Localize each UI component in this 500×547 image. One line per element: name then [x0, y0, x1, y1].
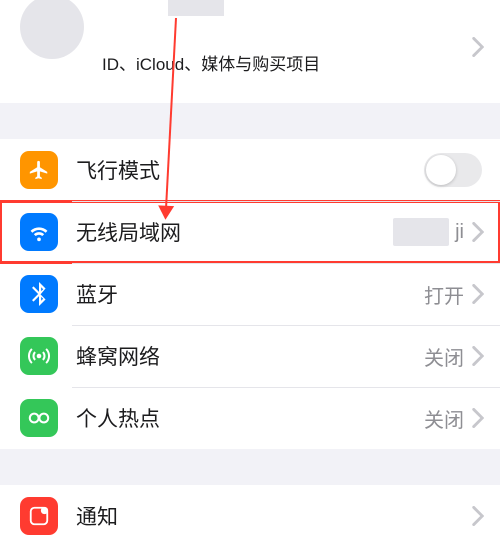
row-airplane-mode[interactable]: 飞行模式 [0, 139, 500, 201]
wifi-icon [20, 213, 58, 251]
profile-subtitle: ID、iCloud、媒体与购买项目 [102, 50, 472, 75]
row-bluetooth[interactable]: 蓝牙 打开 [0, 263, 500, 325]
row-value: 打开 [424, 280, 464, 309]
chevron-right-icon [472, 506, 484, 526]
chevron-right-icon [472, 222, 484, 242]
airplane-icon [20, 151, 58, 189]
row-label: 蓝牙 [76, 279, 424, 309]
bluetooth-icon [20, 275, 58, 313]
row-notifications[interactable]: 通知 [0, 485, 500, 547]
chevron-right-icon [472, 284, 484, 304]
airplane-toggle[interactable] [424, 153, 482, 187]
profile-row[interactable]: ID、iCloud、媒体与购买项目 [0, 0, 500, 103]
profile-name-redacted [168, 0, 224, 16]
row-label: 蜂窝网络 [76, 341, 424, 371]
row-value: 关闭 [424, 342, 464, 371]
notifications-icon [20, 497, 58, 535]
row-value: ji [455, 221, 464, 244]
row-label: 个人热点 [76, 403, 424, 433]
row-cellular[interactable]: 蜂窝网络 关闭 [0, 325, 500, 387]
row-wifi[interactable]: 无线局域网 ji [0, 201, 500, 263]
cellular-icon [20, 337, 58, 375]
row-hotspot[interactable]: 个人热点 关闭 [0, 387, 500, 449]
avatar [20, 0, 84, 59]
chevron-right-icon [472, 408, 484, 428]
row-label: 无线局域网 [76, 217, 393, 247]
settings-group-connectivity: 飞行模式 无线局域网 ji 蓝牙 打开 蜂窝网络 关闭 个人热点 关闭 [0, 139, 500, 449]
row-label: 通知 [76, 501, 472, 531]
chevron-right-icon [472, 346, 484, 366]
chevron-right-icon [472, 37, 484, 57]
row-label: 飞行模式 [76, 155, 424, 185]
row-value: 关闭 [424, 404, 464, 433]
hotspot-icon [20, 399, 58, 437]
wifi-value-redacted [393, 218, 449, 246]
settings-group-notifications: 通知 [0, 485, 500, 547]
